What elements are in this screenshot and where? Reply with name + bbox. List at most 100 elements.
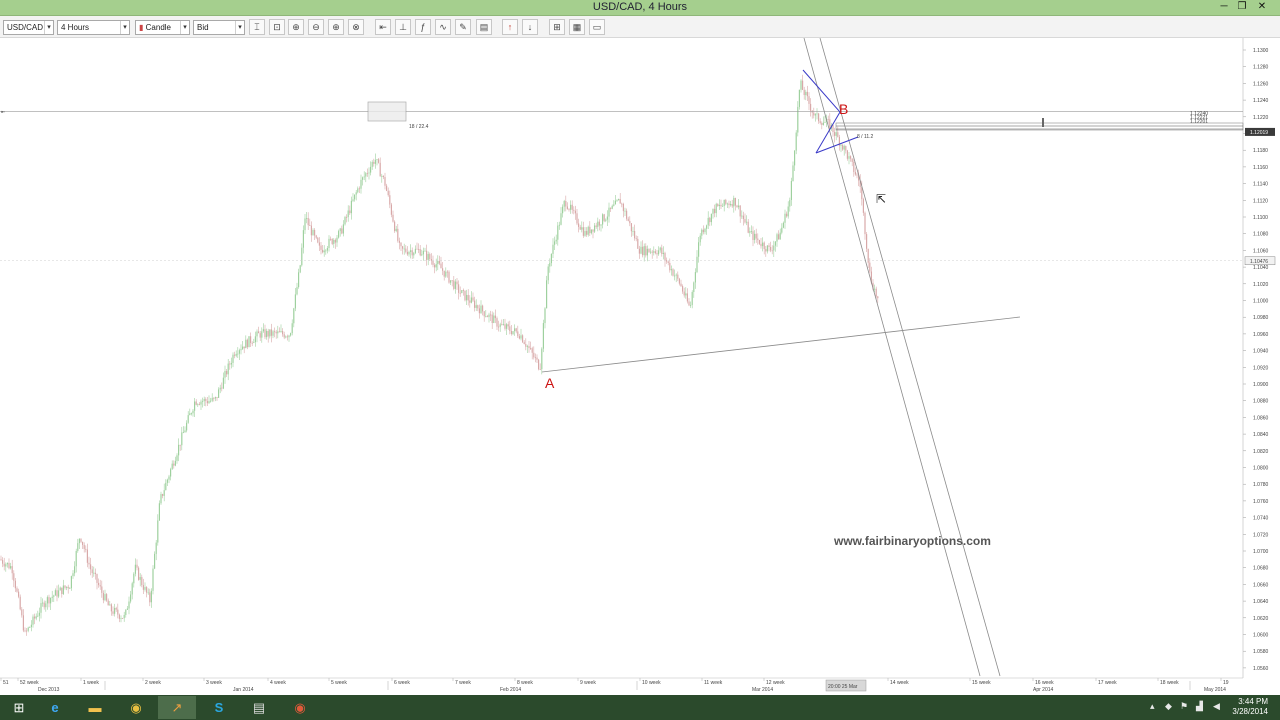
lock-button[interactable]: ⊡ — [269, 19, 285, 35]
candle-body — [787, 206, 789, 217]
candle-body — [390, 204, 392, 215]
buy-button[interactable]: ↑ — [502, 19, 518, 35]
zoom-in-alt-button[interactable]: ⊕ — [328, 19, 344, 35]
sell-button[interactable]: ↓ — [522, 19, 538, 35]
zoom-in-button[interactable]: ⊕ — [288, 19, 304, 35]
candle-body — [61, 587, 63, 595]
candle-body — [773, 245, 775, 251]
document-icon[interactable]: ▤ — [240, 696, 278, 719]
volume-icon[interactable]: ◀ — [1213, 701, 1220, 712]
candle-body — [541, 348, 543, 370]
candle-body — [90, 564, 92, 570]
candle-body — [333, 239, 335, 244]
candle-body — [866, 234, 868, 249]
candle-body — [502, 324, 504, 326]
chrome-icon[interactable]: ◉ — [117, 696, 155, 719]
candle-body — [315, 235, 317, 238]
candle-body — [69, 588, 71, 589]
tray-arrow-icon[interactable]: ▴ — [1150, 701, 1155, 712]
candle-body — [630, 223, 632, 232]
candle-body — [130, 594, 132, 602]
system-clock[interactable]: 3:44 PM 3/28/2014 — [1232, 697, 1268, 717]
trading-app-icon[interactable]: ↗ — [158, 696, 196, 719]
chart-type-select[interactable]: ▮ Candle ▾ — [135, 20, 190, 35]
candle-body — [578, 223, 580, 227]
candle-body — [672, 269, 674, 276]
ie-icon[interactable]: e — [36, 696, 74, 719]
candle-body — [211, 397, 213, 401]
candle-body — [621, 203, 623, 205]
timeframe-select[interactable]: 4 Hours ▾ — [57, 20, 130, 35]
candle-body — [742, 215, 744, 220]
template-button[interactable]: ▤ — [476, 19, 492, 35]
candle-body — [582, 227, 584, 236]
fibonacci-button[interactable]: ƒ — [415, 19, 431, 35]
minimize-button[interactable]: ─ — [1214, 0, 1234, 15]
candle-body — [750, 231, 752, 232]
candle-body — [738, 205, 740, 208]
candle-body — [325, 250, 327, 252]
candle-body — [758, 239, 760, 244]
price-label: 1.1300 — [1253, 48, 1269, 54]
candle-body — [813, 112, 815, 116]
candle-body — [466, 294, 468, 301]
candle-body — [101, 586, 103, 593]
candle-body — [702, 229, 704, 233]
candle-body — [490, 314, 492, 316]
crosshair-button[interactable]: ⌶ — [249, 19, 265, 35]
candle-body — [275, 331, 277, 334]
skype-icon[interactable]: S — [200, 696, 238, 719]
candle-body — [438, 260, 440, 264]
candle-body — [669, 262, 671, 271]
week-label: 11 week — [704, 680, 723, 686]
candle-body — [435, 264, 437, 268]
week-label: 16 week — [1035, 680, 1054, 686]
price-side-select[interactable]: Bid ▾ — [193, 20, 245, 35]
candle-body — [374, 159, 376, 164]
settings-button[interactable]: ▭ — [589, 19, 605, 35]
vertical-line-button[interactable]: ⊥ — [395, 19, 411, 35]
range-box — [367, 101, 407, 122]
candle-body — [410, 250, 412, 252]
dropbox-icon[interactable]: ◆ — [1165, 701, 1172, 712]
candle-body — [56, 590, 58, 597]
candle-body — [570, 204, 572, 210]
candle-body — [699, 235, 701, 243]
close-button[interactable]: ✕ — [1252, 0, 1272, 15]
candle-body — [760, 243, 762, 247]
candle-body — [806, 91, 808, 97]
candle-body — [834, 132, 836, 136]
line-tool-button[interactable]: ⇤ — [375, 19, 391, 35]
candle-body — [237, 353, 239, 355]
pattern-button[interactable]: ∿ — [435, 19, 451, 35]
candle-body — [384, 177, 386, 186]
candle-body — [416, 248, 418, 250]
tools-button[interactable]: ✎ — [455, 19, 471, 35]
candle-body — [170, 469, 172, 477]
price-label: 1.0760 — [1253, 499, 1269, 505]
candle-icon: ▮ — [139, 23, 144, 32]
candle-body — [501, 324, 503, 326]
flag-icon[interactable]: ⚑ — [1180, 701, 1188, 712]
candle-body — [795, 132, 797, 151]
candle-body — [34, 616, 36, 619]
zoom-reset-button[interactable]: ⊗ — [348, 19, 364, 35]
trendline-a — [541, 316, 1021, 373]
candle-body — [622, 203, 624, 212]
restore-button[interactable]: ❐ — [1232, 0, 1252, 15]
symbol-select[interactable]: USD/CAD ▾ — [3, 20, 54, 35]
layout-button[interactable]: ▦ — [569, 19, 585, 35]
network-icon[interactable]: ▟ — [1196, 701, 1203, 712]
chart-canvas[interactable]: 1.13001.12801.12601.12401.12201.12001.11… — [0, 38, 1280, 695]
candle-body — [394, 221, 396, 232]
price-chart[interactable]: 1.13001.12801.12601.12401.12201.12001.11… — [0, 38, 1280, 695]
candle-body — [349, 210, 351, 214]
file-explorer-icon[interactable]: ▬ — [76, 696, 114, 719]
candle-body — [181, 432, 183, 446]
chrome-alt-icon[interactable]: ◉ — [281, 696, 319, 719]
grid-button[interactable]: ⊞ — [549, 19, 565, 35]
zoom-out-button[interactable]: ⊖ — [308, 19, 324, 35]
candle-body — [229, 363, 231, 365]
windows-start-icon[interactable]: ⊞ — [0, 696, 38, 719]
trading-window: USD/CAD, 4 Hours ─ ❐ ✕ USD/CAD ▾ 4 Hours ▾… — [0, 0, 1280, 720]
